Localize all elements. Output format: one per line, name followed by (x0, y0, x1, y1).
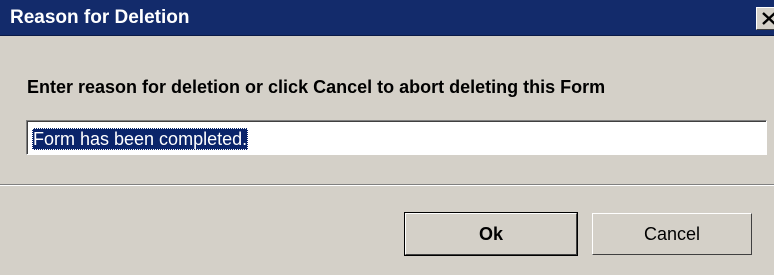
reason-for-deletion-dialog: Reason for Deletion Enter reason for del… (0, 0, 774, 275)
close-button[interactable] (756, 7, 774, 30)
cancel-button[interactable]: Cancel (592, 213, 752, 255)
window-title: Reason for Deletion (10, 7, 190, 28)
reason-input[interactable]: Form has been completed. (26, 120, 767, 155)
reason-input-selected-text[interactable]: Form has been completed. (32, 128, 249, 150)
ok-button[interactable]: Ok (404, 212, 578, 256)
reason-input-frame: Form has been completed. (27, 121, 766, 154)
deletion-prompt: Enter reason for deletion or click Cance… (27, 77, 606, 97)
close-x-icon (762, 12, 774, 25)
title-bar[interactable]: Reason for Deletion (0, 0, 774, 36)
button-separator (0, 184, 774, 186)
